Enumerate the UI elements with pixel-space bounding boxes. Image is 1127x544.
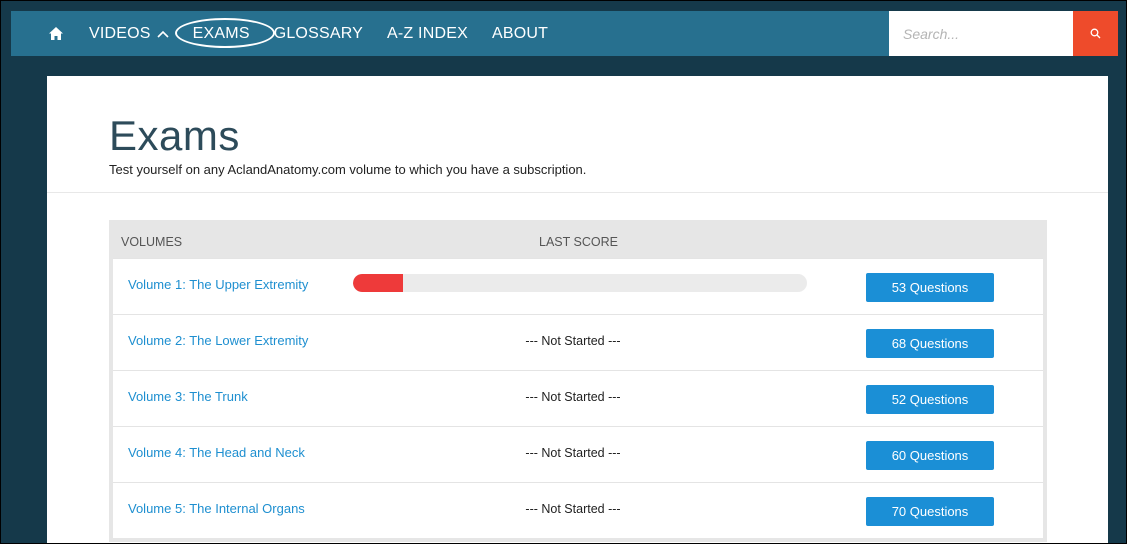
- volume-link[interactable]: Volume 1: The Upper Extremity: [128, 277, 308, 292]
- nav-about-label: ABOUT: [491, 24, 549, 42]
- questions-button[interactable]: 52 Questions: [866, 385, 994, 414]
- top-nav: VIDEOS EXAMS GLOSSARY A-Z INDEX ABOUT: [11, 11, 1118, 56]
- questions-button[interactable]: 68 Questions: [866, 329, 994, 358]
- divider: [47, 192, 1108, 193]
- page-title: Exams: [109, 112, 240, 159]
- table-header: VOLUMES LAST SCORE: [113, 220, 1043, 258]
- table-row: Volume 5: The Internal Organs --- Not St…: [113, 482, 1043, 538]
- highlight-ellipse: [174, 18, 275, 48]
- content-panel: Exams Test yourself on any AclandAnatomy…: [47, 76, 1108, 543]
- table-row: Volume 4: The Head and Neck --- Not Star…: [113, 426, 1043, 482]
- score-progress-bar: [353, 274, 807, 292]
- questions-button[interactable]: 53 Questions: [866, 273, 994, 302]
- table-row: Volume 3: The Trunk --- Not Started --- …: [113, 370, 1043, 426]
- volume-link[interactable]: Volume 2: The Lower Extremity: [128, 333, 308, 348]
- nav-az-index-label: A-Z INDEX: [387, 24, 468, 42]
- nav-about[interactable]: ABOUT: [492, 11, 548, 56]
- score-status: --- Not Started ---: [525, 390, 621, 404]
- score-status: --- Not Started ---: [525, 334, 621, 348]
- header-last-score: LAST SCORE: [539, 235, 618, 249]
- volumes-table: VOLUMES LAST SCORE Volume 1: The Upper E…: [109, 220, 1047, 542]
- volume-link[interactable]: Volume 3: The Trunk: [128, 389, 248, 404]
- chevron-up-icon: [157, 30, 169, 38]
- nav-videos[interactable]: VIDEOS: [89, 11, 169, 56]
- score-status: --- Not Started ---: [525, 502, 621, 516]
- questions-button[interactable]: 70 Questions: [866, 497, 994, 526]
- nav-exams[interactable]: EXAMS: [174, 11, 275, 56]
- nav-az-index[interactable]: A-Z INDEX: [387, 11, 468, 56]
- score-progress-fill: [353, 274, 403, 292]
- score-status: --- Not Started ---: [525, 446, 621, 460]
- search-icon: [1090, 28, 1101, 39]
- nav-videos-label: VIDEOS: [89, 24, 151, 42]
- table-row: Volume 1: The Upper Extremity 53 Questio…: [113, 258, 1043, 314]
- search-input[interactable]: [889, 11, 1073, 56]
- app-frame: VIDEOS EXAMS GLOSSARY A-Z INDEX ABOUT Ex…: [0, 0, 1127, 544]
- table-row: Volume 2: The Lower Extremity --- Not St…: [113, 314, 1043, 370]
- search-button[interactable]: [1073, 11, 1118, 56]
- page-subtitle: Test yourself on any AclandAnatomy.com v…: [109, 162, 587, 177]
- nav-shadow-band: [11, 56, 1118, 76]
- questions-button[interactable]: 60 Questions: [866, 441, 994, 470]
- volume-link[interactable]: Volume 5: The Internal Organs: [128, 501, 305, 516]
- nav-glossary-label: GLOSSARY: [273, 24, 364, 42]
- volume-link[interactable]: Volume 4: The Head and Neck: [128, 445, 305, 460]
- header-volumes: VOLUMES: [121, 235, 183, 249]
- home-icon[interactable]: [41, 11, 71, 56]
- nav-glossary[interactable]: GLOSSARY: [274, 11, 363, 56]
